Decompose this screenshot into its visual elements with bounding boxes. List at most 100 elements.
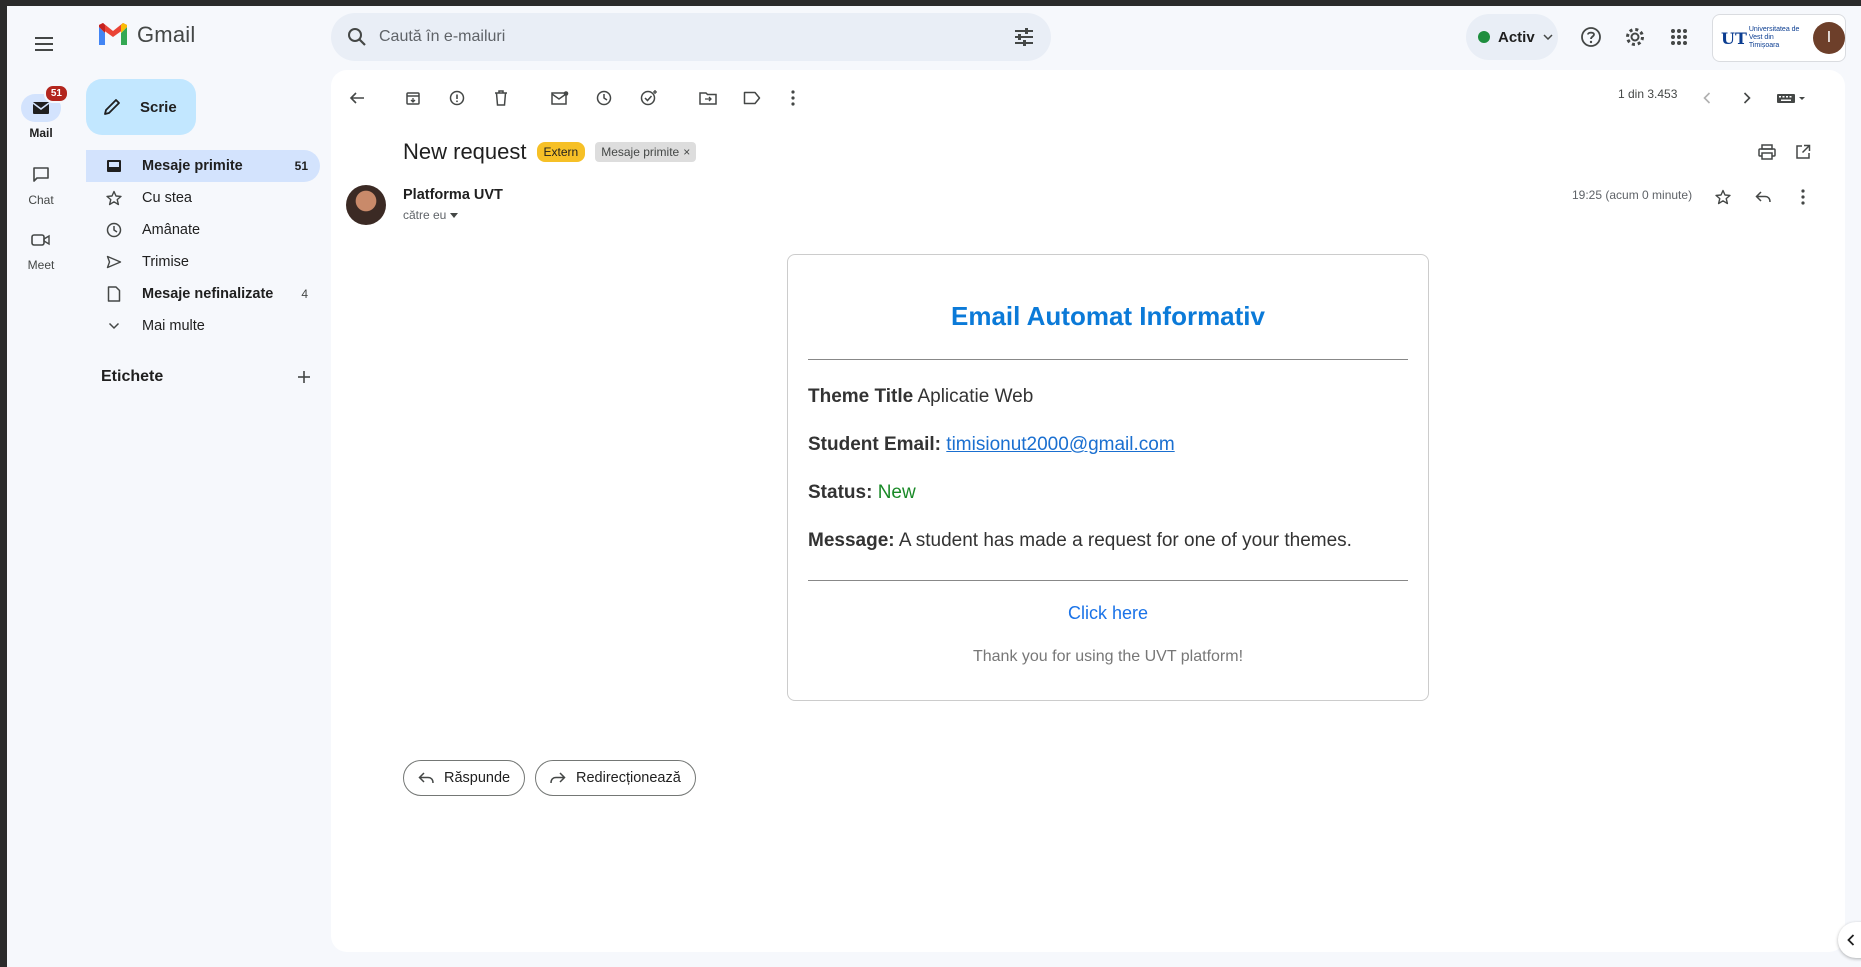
more-vert-icon — [791, 90, 795, 106]
search-icon[interactable] — [347, 27, 367, 47]
chevron-right-icon — [1743, 92, 1751, 104]
archive-icon — [406, 92, 420, 105]
newer-button[interactable] — [1693, 84, 1721, 112]
open-in-new-icon — [1796, 144, 1811, 159]
hamburger-icon — [35, 37, 53, 51]
apps-grid-icon — [1671, 29, 1687, 45]
star-button[interactable] — [1709, 183, 1737, 211]
sidebar-item-drafts[interactable]: Mesaje nefinalizate 4 — [86, 278, 320, 310]
labels-heading: Etichete — [101, 368, 164, 385]
draft-icon — [104, 286, 124, 302]
recipient-text: către eu — [403, 208, 447, 222]
move-to-button[interactable] — [694, 84, 722, 112]
inbox-chip-label: Mesaje primite — [601, 145, 680, 159]
unread-count: 51 — [294, 159, 308, 173]
student-email-link[interactable]: timisionut2000@gmail.com — [946, 434, 1174, 455]
mail-unread-badge: 51 — [43, 84, 69, 103]
remove-label-icon[interactable]: × — [683, 145, 690, 159]
apps-button[interactable] — [1664, 22, 1694, 52]
add-to-tasks-button[interactable] — [635, 84, 663, 112]
chevron-left-icon — [1703, 92, 1711, 104]
sidebar-nav: Mesaje primite 51 Cu stea Amânate Trimis… — [86, 150, 320, 342]
rail-item-meet[interactable]: Meet — [7, 226, 75, 272]
clock-icon — [104, 222, 124, 238]
status-dot — [1478, 31, 1490, 43]
compose-button[interactable]: Scrie — [86, 79, 196, 135]
rail-item-chat[interactable]: Chat — [7, 161, 75, 207]
sender-avatar[interactable] — [346, 185, 386, 225]
clock-icon — [596, 90, 612, 106]
sidebar-item-sent[interactable]: Trimise — [86, 246, 320, 278]
gmail-m-icon — [99, 23, 127, 45]
recipient-details[interactable]: către eu — [403, 208, 459, 222]
sidebar-item-snoozed[interactable]: Amânate — [86, 214, 320, 246]
print-button[interactable] — [1753, 138, 1781, 166]
main-menu-button[interactable] — [27, 26, 63, 62]
label-icon — [743, 91, 761, 105]
back-button[interactable] — [343, 84, 371, 112]
archive-button[interactable] — [399, 84, 427, 112]
message-value: A student has made a request for one of … — [898, 530, 1352, 551]
sidebar-item-label: Amânate — [142, 222, 201, 238]
caret-down-icon — [450, 212, 459, 218]
mail-icon: 51 — [21, 84, 69, 122]
theme-value: Aplicatie Web — [917, 386, 1034, 407]
mark-unread-button[interactable] — [546, 84, 574, 112]
message-more-button[interactable] — [1789, 183, 1817, 211]
send-icon — [104, 255, 124, 269]
forward-icon — [550, 772, 566, 784]
search-options-icon[interactable] — [1013, 27, 1035, 47]
sidebar-item-label: Mesaje nefinalizate — [142, 286, 274, 302]
chevron-down-icon — [104, 322, 124, 330]
inbox-icon — [104, 159, 124, 173]
student-email-label: Student Email: — [808, 434, 942, 455]
chat-icon — [23, 161, 59, 189]
account-switcher[interactable]: UT Universitatea de Vest din Timișoara I — [1712, 14, 1846, 62]
message-row: Message: A student has made a request fo… — [808, 530, 1408, 552]
sidebar-item-inbox[interactable]: Mesaje primite 51 — [86, 150, 320, 182]
search-bar[interactable] — [331, 13, 1051, 61]
theme-row: Theme Title Aplicatie Web — [808, 386, 1408, 408]
open-new-window-button[interactable] — [1789, 138, 1817, 166]
forward-action-button[interactable]: Redirecționează — [535, 760, 696, 796]
settings-button[interactable] — [1620, 22, 1650, 52]
plus-icon[interactable] — [297, 370, 311, 384]
divider — [808, 580, 1408, 581]
sidebar-item-starred[interactable]: Cu stea — [86, 182, 320, 214]
report-spam-button[interactable] — [443, 84, 471, 112]
snooze-button[interactable] — [590, 84, 618, 112]
draft-count: 4 — [301, 287, 308, 301]
side-panel-toggle[interactable] — [1838, 922, 1861, 958]
more-options-button[interactable] — [779, 84, 807, 112]
gmail-logo[interactable]: Gmail — [97, 22, 195, 48]
help-button[interactable] — [1576, 22, 1606, 52]
labels-button[interactable] — [738, 84, 766, 112]
delete-button[interactable] — [487, 84, 515, 112]
sidebar-item-more[interactable]: Mai multe — [86, 310, 320, 342]
email-title: Email Automat Informativ — [951, 301, 1265, 331]
window-left-border — [0, 0, 7, 967]
reply-action-button[interactable]: Răspunde — [403, 760, 526, 796]
status-button[interactable]: Activ — [1466, 14, 1558, 60]
rail-item-mail[interactable]: 51 Mail — [7, 84, 75, 140]
reply-button[interactable] — [1749, 183, 1777, 211]
message-label: Message: — [808, 530, 895, 551]
divider — [808, 359, 1408, 360]
mail-unread-icon — [551, 91, 569, 105]
video-camera-icon — [23, 226, 59, 254]
input-tools-button[interactable] — [1774, 84, 1810, 112]
sender-name[interactable]: Platforma UVT — [403, 187, 503, 203]
search-input[interactable] — [379, 28, 1013, 46]
click-here-link[interactable]: Click here — [808, 603, 1408, 624]
trash-icon — [495, 90, 507, 106]
help-icon — [1581, 27, 1601, 47]
external-badge: Extern — [536, 142, 586, 162]
gmail-wordmark: Gmail — [137, 22, 196, 47]
sidebar-item-label: Cu stea — [142, 190, 192, 206]
task-add-icon — [640, 90, 657, 106]
avatar[interactable]: I — [1813, 22, 1845, 54]
rail-label-chat: Chat — [28, 193, 54, 207]
university-logo: UT Universitatea de Vest din Timișoara — [1721, 26, 1800, 49]
older-button[interactable] — [1733, 84, 1761, 112]
spam-icon — [449, 90, 465, 106]
